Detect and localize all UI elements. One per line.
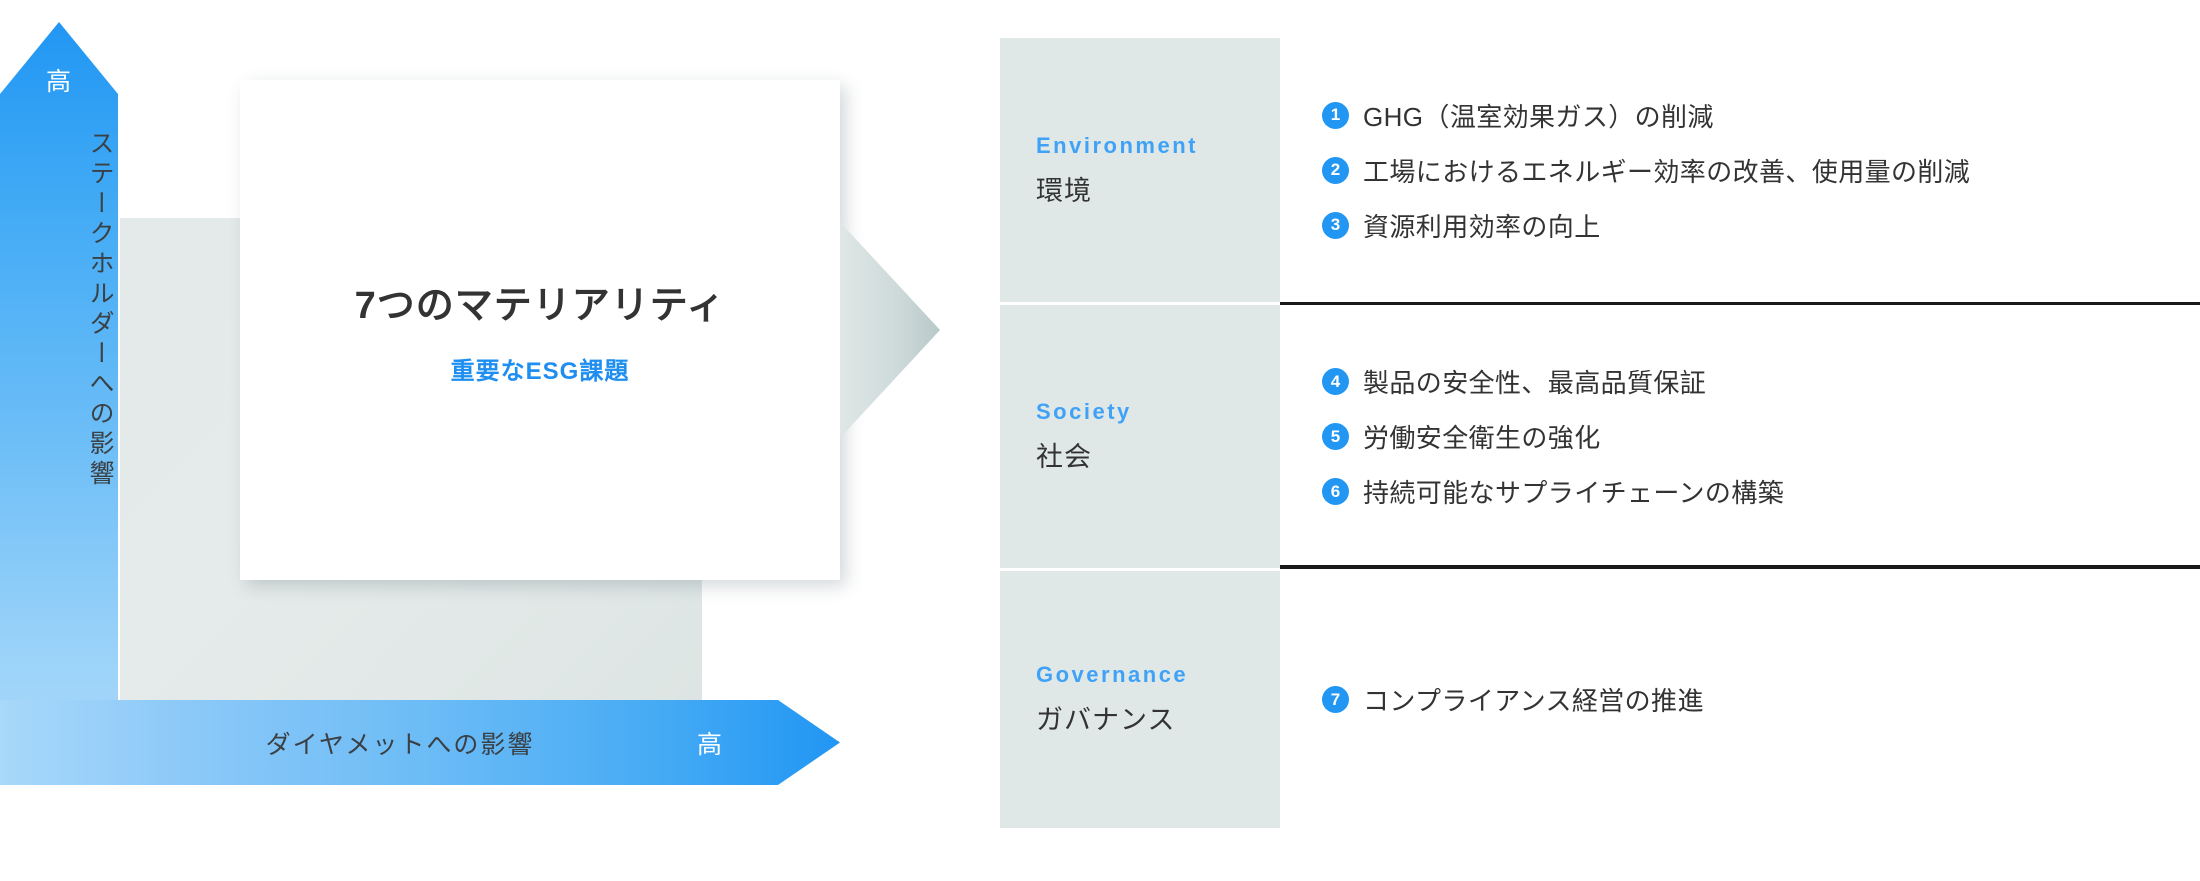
vertical-axis-high-label: 高 — [45, 68, 72, 96]
list-item: 7 コンプライアンス経営の推進 — [1322, 681, 2200, 718]
section-label-society: Society 社会 — [1000, 305, 1280, 568]
item-number-badge: 1 — [1322, 101, 1349, 129]
item-number-badge: 4 — [1322, 368, 1349, 395]
section-items-environment: 1 GHG（温室効果ガス）の削減 2 工場におけるエネルギー効率の改善、使用量の… — [1280, 38, 2200, 302]
card-subtitle: 重要なESG課題 — [450, 358, 630, 385]
item-text: 労働安全衛生の強化 — [1363, 423, 1601, 453]
section-environment: Environment 環境 1 GHG（温室効果ガス）の削減 2 工場における… — [1000, 38, 2200, 302]
section-society: Society 社会 4 製品の安全性、最高品質保証 5 労働安全衛生の強化 6… — [1000, 305, 2200, 568]
list-item: 3 資源利用効率の向上 — [1322, 207, 2200, 244]
item-number-badge: 5 — [1322, 423, 1349, 450]
item-text: コンプライアンス経営の推進 — [1363, 686, 1704, 716]
item-number-badge: 2 — [1322, 156, 1349, 184]
section-label-en: Society — [1036, 399, 1132, 424]
list-item: 1 GHG（温室効果ガス）の削減 — [1322, 97, 2200, 134]
horizontal-axis-high-label: 高 — [696, 730, 723, 759]
list-item: 2 工場におけるエネルギー効率の改善、使用量の削減 — [1322, 152, 2200, 189]
list-item: 4 製品の安全性、最高品質保証 — [1322, 363, 2200, 400]
list-item: 6 持続可能なサプライチェーンの構築 — [1322, 473, 2200, 510]
materiality-card: 7つのマテリアリティ 重要なESG課題 — [240, 80, 840, 580]
esg-sections-panel: Environment 環境 1 GHG（温室効果ガス）の削減 2 工場における… — [1000, 38, 2200, 828]
section-divider — [1280, 565, 2200, 569]
item-text: 資源利用効率の向上 — [1363, 211, 1601, 242]
vertical-axis-title: ステークホルダーへの影響 — [86, 130, 114, 490]
item-text: 製品の安全性、最高品質保証 — [1363, 368, 1707, 398]
item-number-badge: 3 — [1322, 211, 1349, 239]
item-text: 持続可能なサプライチェーンの構築 — [1363, 478, 1785, 508]
materiality-matrix: 高 ステークホルダーへの影響 ダイヤメットへの影響 高 7つのマテリアリティ 重… — [0, 0, 960, 881]
section-label-environment: Environment 環境 — [1000, 38, 1280, 302]
materiality-matrix-diagram: 高 ステークホルダーへの影響 ダイヤメットへの影響 高 7つのマテリアリティ 重… — [0, 0, 2200, 881]
item-text: GHG（温室効果ガス）の削減 — [1363, 101, 1714, 132]
section-label-en: Environment — [1036, 132, 1198, 158]
flow-arrow-icon — [840, 222, 940, 438]
section-label-ja: ガバナンス — [1036, 705, 1176, 735]
section-label-ja: 環境 — [1036, 175, 1092, 206]
list-item: 5 労働安全衛生の強化 — [1322, 418, 2200, 455]
card-title: 7つのマテリアリティ — [354, 285, 726, 327]
section-items-society: 4 製品の安全性、最高品質保証 5 労働安全衛生の強化 6 持続可能なサプライチ… — [1280, 305, 2200, 568]
item-number-badge: 6 — [1322, 478, 1349, 505]
item-number-badge: 7 — [1322, 686, 1349, 713]
section-items-governance: 7 コンプライアンス経営の推進 — [1280, 571, 2200, 828]
section-label-governance: Governance ガバナンス — [1000, 571, 1280, 828]
section-label-ja: 社会 — [1036, 442, 1092, 472]
section-governance: Governance ガバナンス 7 コンプライアンス経営の推進 — [1000, 571, 2200, 828]
horizontal-axis-title: ダイヤメットへの影響 — [265, 730, 535, 759]
item-text: 工場におけるエネルギー効率の改善、使用量の削減 — [1363, 156, 1971, 187]
section-label-en: Governance — [1036, 662, 1189, 687]
